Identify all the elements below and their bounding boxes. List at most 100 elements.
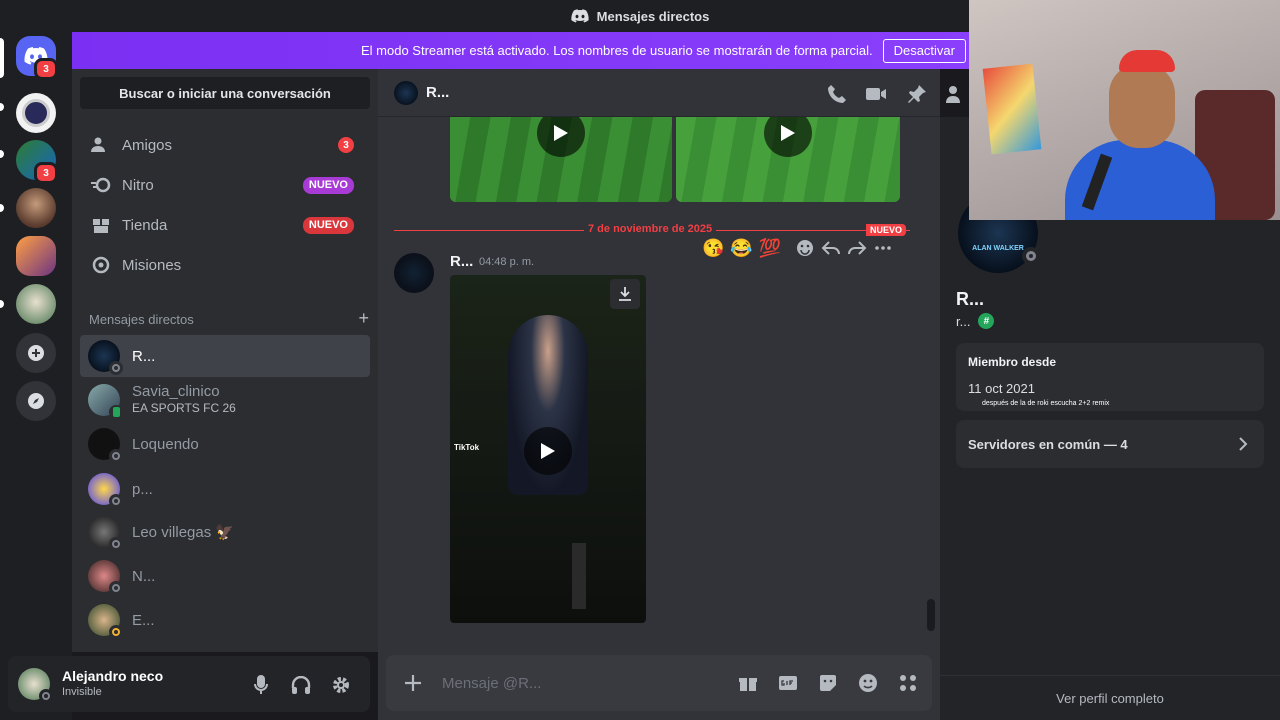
message-input[interactable]: Mensaje @R...	[442, 675, 541, 692]
microphone-icon[interactable]	[250, 674, 272, 696]
avatar	[88, 473, 123, 508]
chat-title: R...	[426, 84, 450, 101]
apps-icon[interactable]	[898, 673, 918, 693]
chevron-right-icon	[1239, 437, 1248, 451]
nav-quests[interactable]: Misiones	[80, 245, 370, 285]
dm-name: Leo villegas 🦅	[132, 524, 235, 541]
attach-plus-icon[interactable]	[402, 672, 424, 694]
nav-friends[interactable]: Amigos 3	[80, 125, 370, 165]
reaction-100[interactable]: 💯	[759, 238, 781, 259]
dm-sidebar: Buscar o iniciar una conversación Amigos…	[72, 69, 378, 652]
add-server-button[interactable]	[16, 333, 56, 373]
unread-indicator	[0, 300, 4, 308]
sticker-icon[interactable]	[818, 673, 838, 693]
create-dm-button[interactable]: +	[358, 309, 369, 327]
reaction-kiss[interactable]: 😘	[702, 238, 724, 259]
gift-icon[interactable]	[738, 673, 758, 693]
user-avatar[interactable]	[18, 668, 53, 703]
user-status: Invisible	[62, 686, 102, 698]
mutual-servers-button[interactable]: Servidores en común — 4	[956, 420, 1264, 468]
settings-gear-icon[interactable]	[330, 674, 352, 696]
mutual-servers-label: Servidores en común — 4	[968, 436, 1128, 452]
chat-header: R...	[378, 69, 960, 117]
search-input[interactable]: Buscar o iniciar una conversación	[80, 77, 370, 109]
dm-name: N...	[132, 567, 156, 585]
gif-icon[interactable]	[778, 673, 798, 693]
profile-username-row: r... #	[956, 313, 995, 329]
server-badge: 3	[34, 162, 58, 184]
discover-button[interactable]	[16, 381, 56, 421]
avatar	[88, 560, 123, 595]
dm-item[interactable]: E...	[80, 599, 370, 641]
friends-icon	[90, 137, 112, 153]
message-avatar[interactable]	[394, 253, 434, 293]
pin-icon[interactable]	[906, 83, 928, 105]
nav-label: Misiones	[122, 256, 182, 274]
play-icon[interactable]	[524, 427, 572, 475]
unread-indicator	[0, 103, 4, 111]
dm-item[interactable]: Savia_clinico EA SPORTS FC 26	[80, 379, 370, 421]
wall-poster	[982, 63, 1042, 155]
dm-name: Savia_clinico	[132, 383, 220, 400]
dm-item[interactable]: R...	[80, 335, 370, 377]
add-friend-icon[interactable]	[945, 83, 967, 105]
avatar	[88, 428, 123, 463]
nav-label: Nitro	[122, 176, 154, 194]
view-full-profile-button[interactable]: Ver perfil completo	[940, 675, 1280, 720]
unread-indicator	[0, 204, 4, 212]
dm-item[interactable]: Loquendo	[80, 423, 370, 465]
message-author[interactable]: R...	[450, 253, 473, 270]
dm-item[interactable]: Leo villegas 🦅	[80, 511, 370, 553]
reply-icon[interactable]	[821, 238, 841, 258]
discord-logo-icon	[571, 9, 589, 23]
message-composer[interactable]: Mensaje @R...	[386, 655, 932, 711]
discord-window: Mensajes directos El modo Streamer está …	[0, 0, 1280, 720]
window-title: Mensajes directos	[596, 8, 710, 24]
friends-badge: 3	[338, 137, 354, 153]
video-call-icon[interactable]	[865, 83, 887, 105]
dm-header-label: Mensajes directos	[89, 312, 194, 327]
shop-icon	[90, 216, 112, 234]
server-icon-3[interactable]	[16, 188, 56, 228]
shop-new-badge: NUEVO	[302, 216, 354, 234]
dm-item[interactable]: N...	[80, 555, 370, 597]
server-icon-4[interactable]	[16, 236, 56, 276]
nav-shop[interactable]: Tienda NUEVO	[80, 205, 370, 245]
video-attachment[interactable]	[676, 117, 900, 202]
server-icon-5[interactable]	[16, 284, 56, 324]
nav-label: Tienda	[122, 216, 168, 234]
selected-indicator	[0, 38, 4, 78]
home-button[interactable]: 3	[16, 36, 58, 80]
nitro-new-badge: NUEVO	[302, 176, 354, 194]
tiktok-video-attachment[interactable]: TikTok	[450, 275, 646, 623]
more-options-icon[interactable]	[873, 238, 893, 258]
profile-name: R...	[956, 289, 985, 309]
member-since-card: Miembro desde 11 oct 2021 después de la …	[956, 343, 1264, 411]
server-icon-1[interactable]	[16, 93, 56, 133]
video-attachment[interactable]	[450, 117, 672, 202]
dm-name: E...	[132, 611, 155, 629]
plus-icon	[28, 345, 44, 361]
download-icon[interactable]	[610, 279, 640, 309]
avatar	[88, 384, 123, 419]
voice-call-icon[interactable]	[826, 83, 848, 105]
headphones-icon[interactable]	[290, 674, 312, 696]
streamer-mode-banner: El modo Streamer está activado. Los nomb…	[72, 32, 970, 69]
composer-tools	[738, 673, 918, 693]
dm-item[interactable]: p...	[80, 468, 370, 510]
tiktok-watermark: TikTok	[454, 443, 480, 452]
server-icon-2[interactable]: 3	[16, 140, 58, 184]
avatar-logo-text: ALAN WALKER	[972, 244, 1024, 252]
disable-streamer-button[interactable]: Desactivar	[882, 38, 966, 63]
scrollbar-thumb[interactable]	[927, 599, 935, 631]
cap	[1119, 50, 1175, 72]
reaction-laugh[interactable]: 😂	[730, 238, 752, 259]
activity-text: después de la de roki escucha 2+2 remix	[982, 400, 1110, 407]
message-hover-toolbar: 😘 😂 💯	[702, 234, 893, 262]
profile-username: r...	[956, 313, 971, 329]
nav-nitro[interactable]: Nitro NUEVO	[80, 165, 370, 205]
emoji-icon[interactable]	[858, 673, 878, 693]
add-reaction-icon[interactable]	[795, 238, 815, 258]
forward-icon[interactable]	[847, 238, 867, 258]
hashtag-badge-icon[interactable]: #	[978, 313, 995, 329]
